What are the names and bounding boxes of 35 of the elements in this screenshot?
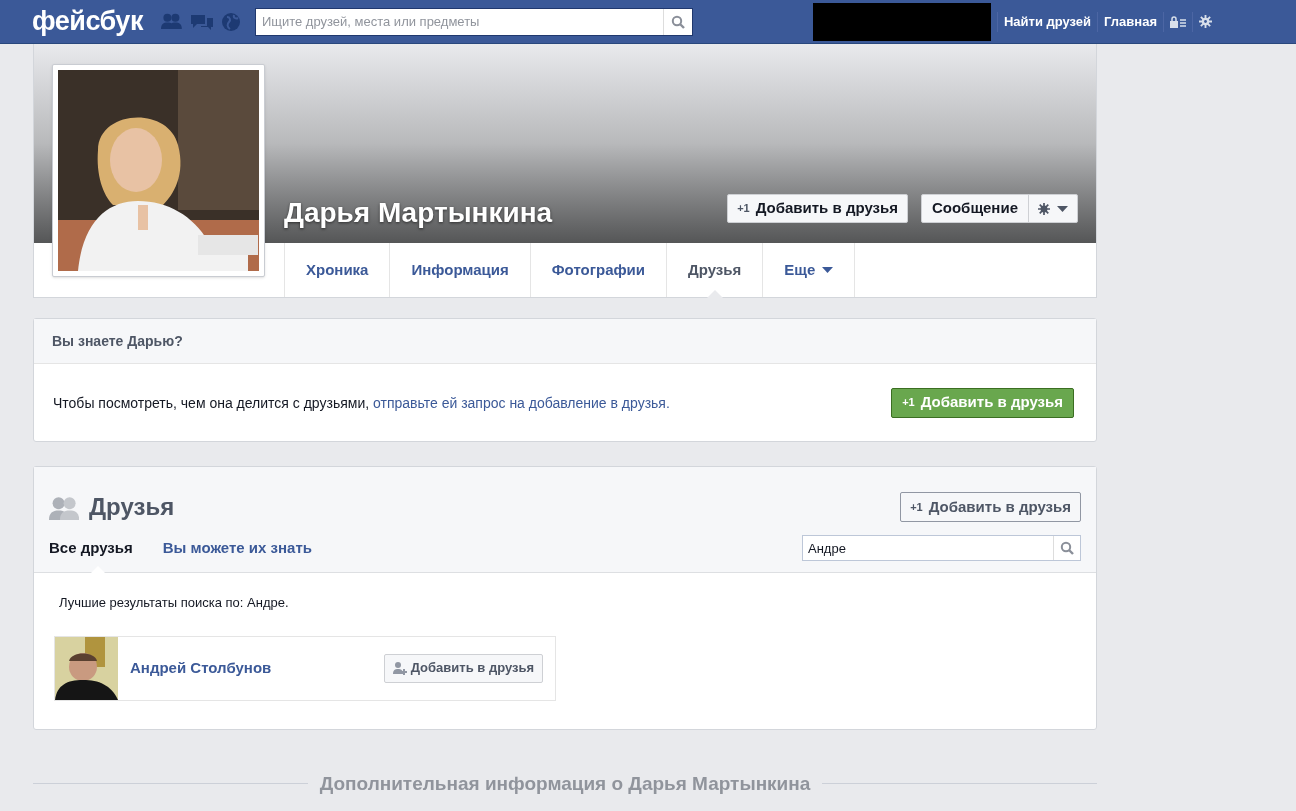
card-title: Вы знаете Дарью? xyxy=(52,331,183,351)
logo[interactable]: фейсбук xyxy=(32,8,143,35)
friend-search-input[interactable]: Андре xyxy=(803,536,1053,560)
privacy-icon[interactable] xyxy=(1169,15,1186,28)
gear-icon xyxy=(1038,202,1050,215)
footer-heading: Дополнительная информация о Дарья Мартынкина xyxy=(319,771,811,796)
nav-link[interactable]: Найти друзей xyxy=(1003,11,1092,32)
profile-tab[interactable]: Хроника xyxy=(306,258,369,282)
settings-icon[interactable] xyxy=(1198,15,1212,28)
send-request-link[interactable]: отправьте ей запрос на добавление в друзья. xyxy=(373,394,670,411)
add-friend-button[interactable]: Добавить в друзья xyxy=(383,653,543,683)
add-friend-button[interactable]: +1 Добавить в друзья xyxy=(727,194,908,223)
profile-tab[interactable]: Друзья xyxy=(688,258,742,282)
add-person-icon xyxy=(392,661,407,675)
search-icon xyxy=(1060,541,1074,555)
profile-tab[interactable]: Еще xyxy=(784,258,834,282)
add-friend-button[interactable]: +1 Добавить в друзья xyxy=(900,492,1081,522)
profile-tab[interactable]: Информация xyxy=(411,258,509,282)
plus-one-icon: +1 xyxy=(737,200,750,217)
friend-name[interactable]: Андрей Столбунов xyxy=(130,656,272,680)
profile-name: Дарья Мартынкина xyxy=(284,196,553,230)
tab-pointer xyxy=(706,290,723,298)
friend-search-field[interactable]: Андре xyxy=(802,535,1081,561)
friends-tab[interactable]: Вы можете их знать xyxy=(162,539,313,556)
profile-tab[interactable]: Фотографии xyxy=(551,258,646,282)
friends-icon xyxy=(49,494,79,520)
nav-link[interactable]: Главная xyxy=(1104,11,1157,32)
caret-icon xyxy=(1057,205,1068,212)
request-message: Чтобы посмотреть, чем она делится с друзьями, отправьте ей запрос на добавление в друзья. xyxy=(53,393,671,413)
section-title: Друзья xyxy=(89,492,175,522)
plus-one-icon: +1 xyxy=(910,498,923,516)
results-text: Лучшие результаты поиска по: Андре. xyxy=(59,594,290,612)
plus-one-icon: +1 xyxy=(902,394,915,411)
search-icon xyxy=(670,14,685,29)
friends-tab[interactable]: Все друзья xyxy=(49,539,133,556)
